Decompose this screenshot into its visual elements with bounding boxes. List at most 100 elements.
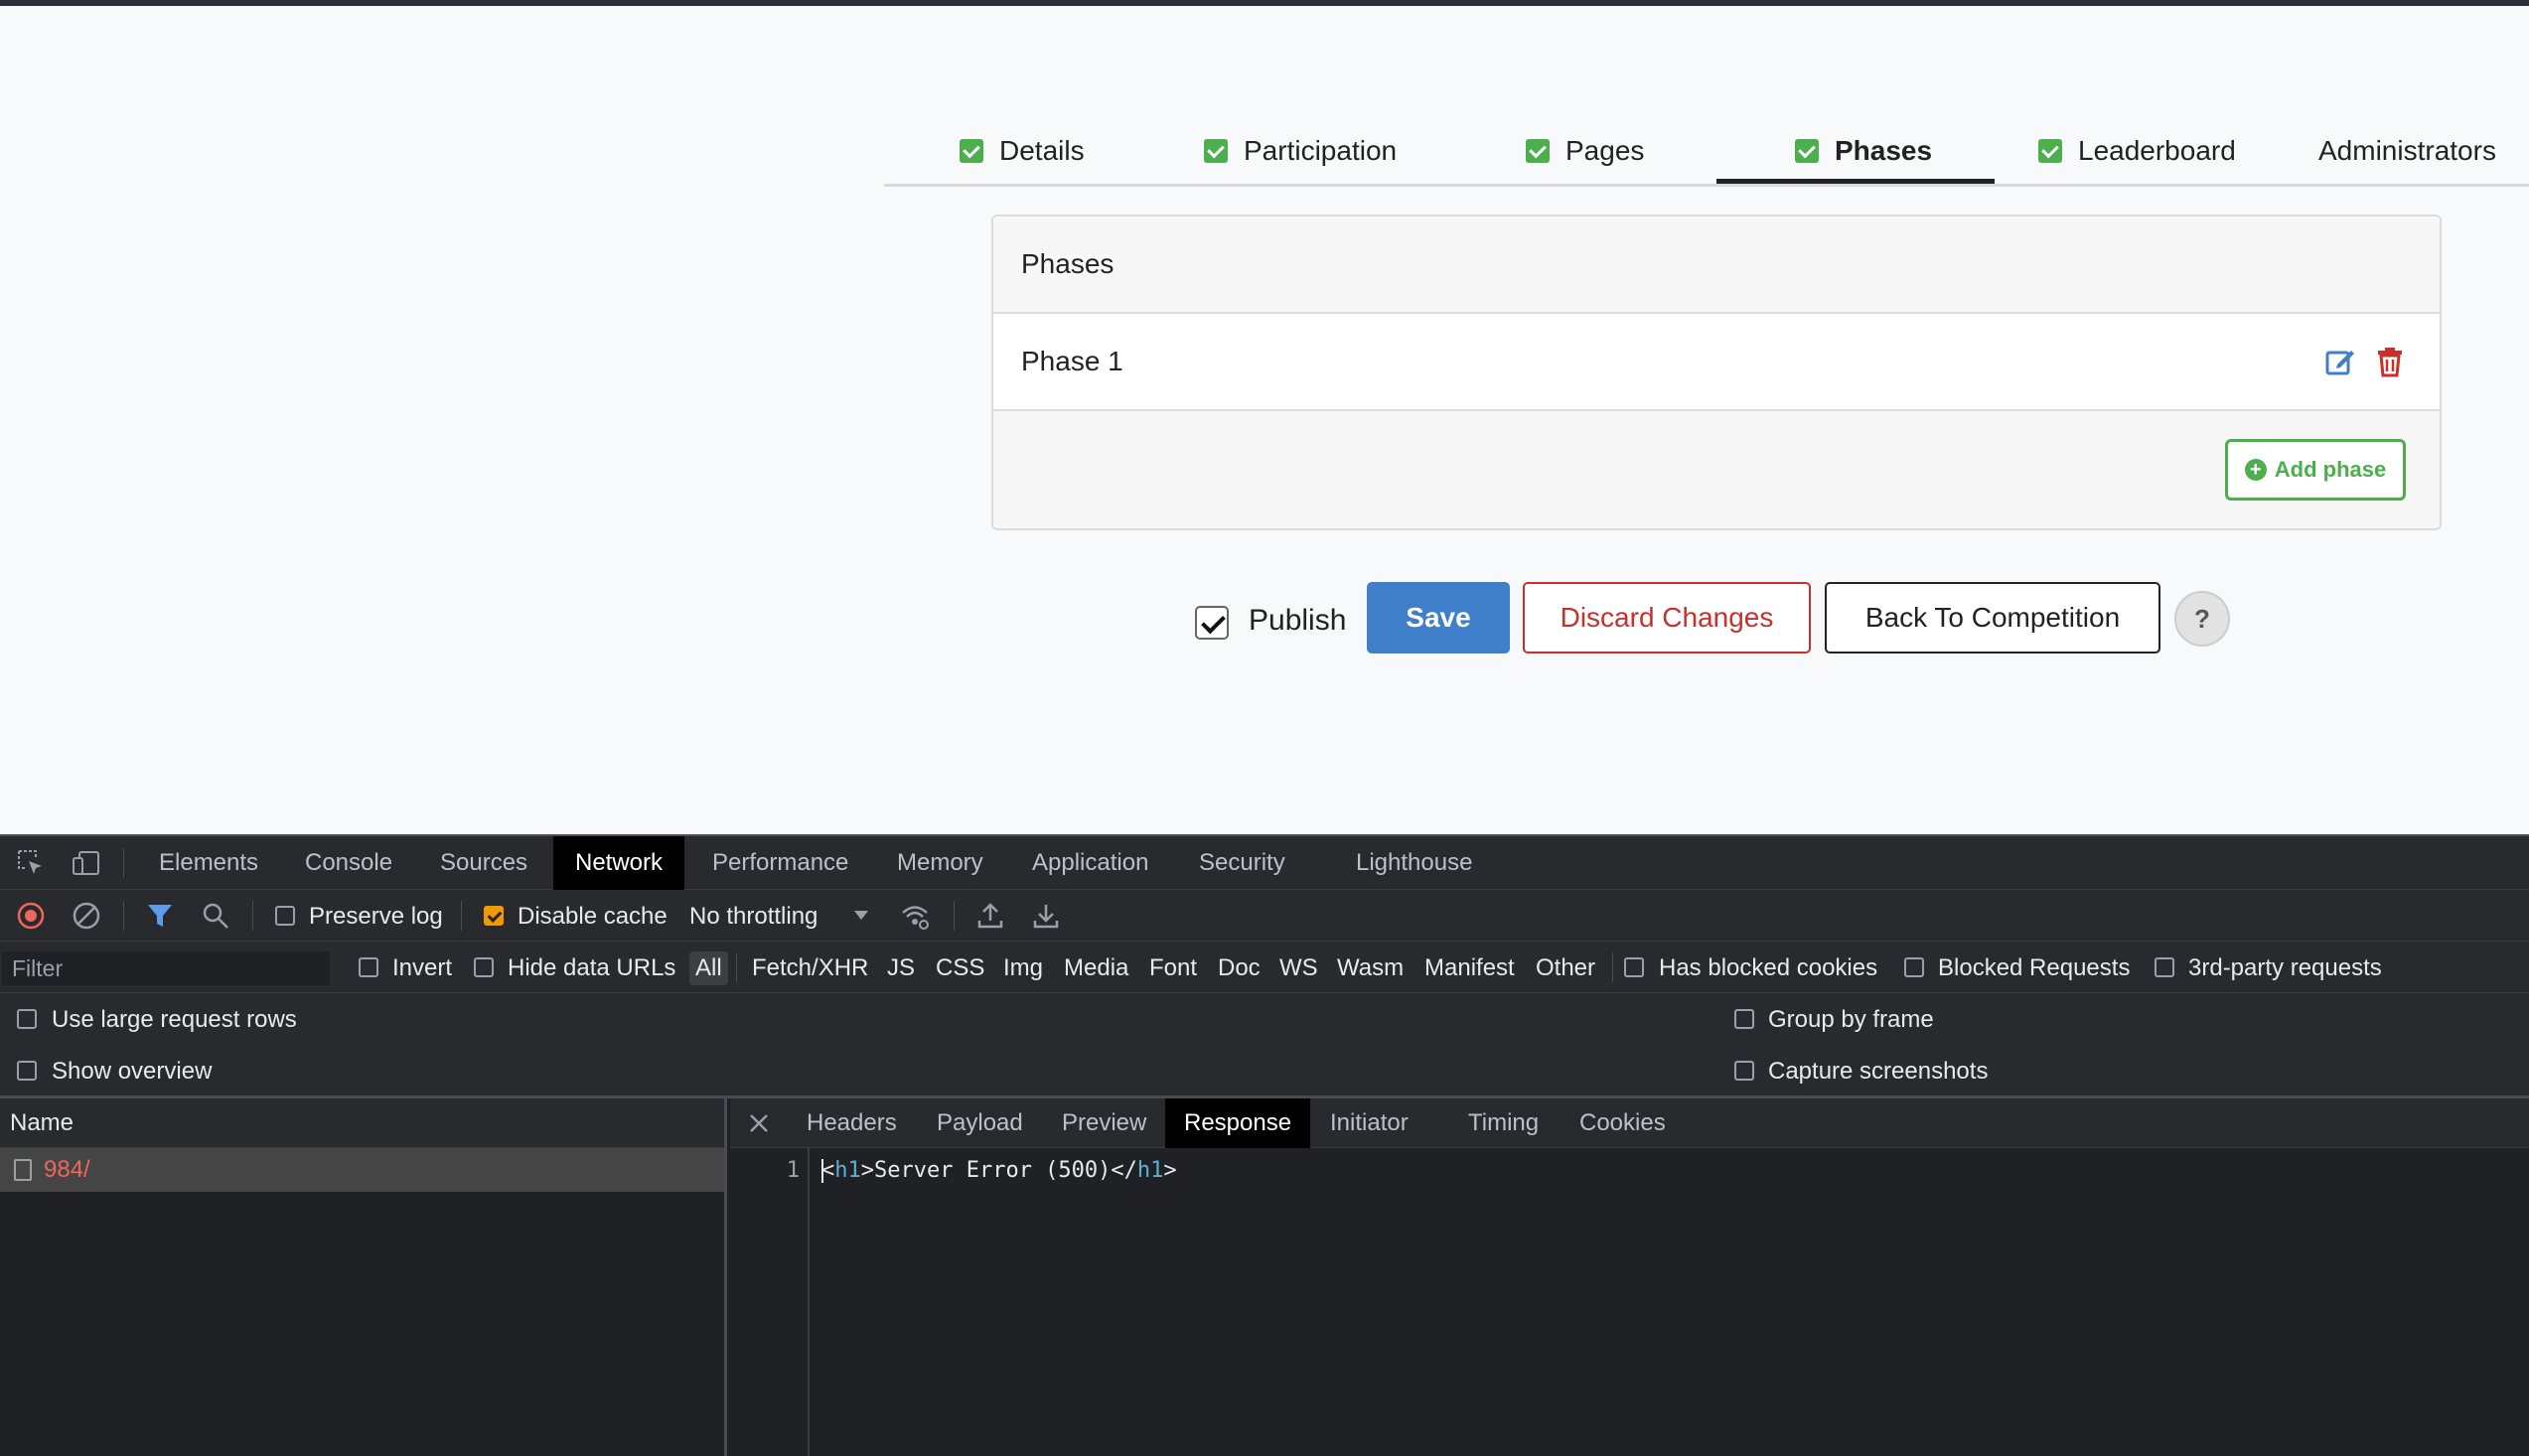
record-icon[interactable] <box>16 901 46 931</box>
discard-changes-button[interactable]: Discard Changes <box>1523 582 1811 654</box>
show-overview-checkbox[interactable] <box>17 1061 37 1081</box>
detail-tab-payload[interactable]: Payload <box>918 1098 1042 1148</box>
type-filter-media[interactable]: Media <box>1062 951 1130 985</box>
devtools-tab-lighthouse[interactable]: Lighthouse <box>1334 836 1494 890</box>
filter-icon[interactable] <box>145 901 175 931</box>
request-name: 984/ <box>44 1156 90 1183</box>
large-rows-label: Use large request rows <box>52 1006 297 1033</box>
publish-checkbox[interactable] <box>1195 606 1229 640</box>
request-detail: Headers Payload Preview Response Initiat… <box>730 1098 2529 1456</box>
detail-tab-response[interactable]: Response <box>1165 1098 1311 1148</box>
group-by-frame-checkbox[interactable] <box>1734 1009 1754 1029</box>
divider <box>954 901 955 931</box>
detail-tab-preview[interactable]: Preview <box>1043 1098 1165 1148</box>
back-to-competition-button[interactable]: Back To Competition <box>1825 582 2160 654</box>
chevron-down-icon[interactable] <box>850 904 872 926</box>
divider <box>461 901 462 931</box>
add-phase-button[interactable]: + Add phase <box>2225 439 2406 501</box>
search-icon[interactable] <box>201 901 230 931</box>
filter-input[interactable] <box>2 951 330 985</box>
preserve-log-label: Preserve log <box>309 903 443 930</box>
phase-row: Phase 1 <box>993 314 2440 411</box>
blocked-requests-checkbox[interactable] <box>1904 957 1924 977</box>
type-filter-img[interactable]: Img <box>1001 951 1045 985</box>
type-filter-font[interactable]: Font <box>1147 951 1199 985</box>
tab-label: Participation <box>1244 135 1398 166</box>
code-bracket: < <box>821 1158 835 1183</box>
devtools-tab-elements[interactable]: Elements <box>137 836 280 890</box>
detail-tab-cookies[interactable]: Cookies <box>1561 1098 1685 1148</box>
third-party-requests-checkbox[interactable] <box>2155 957 2174 977</box>
devtools-tab-performance[interactable]: Performance <box>690 836 870 890</box>
devtools-tab-security[interactable]: Security <box>1177 836 1307 890</box>
type-filter-wasm[interactable]: Wasm <box>1335 951 1406 985</box>
type-filter-fetch-xhr[interactable]: Fetch/XHR <box>750 951 870 985</box>
type-filter-doc[interactable]: Doc <box>1216 951 1263 985</box>
download-icon[interactable] <box>1031 901 1061 931</box>
device-toolbar-icon[interactable] <box>72 848 101 878</box>
hide-data-urls-checkbox[interactable] <box>474 957 494 977</box>
detail-tab-headers[interactable]: Headers <box>788 1098 916 1148</box>
panel-title: Phases <box>993 217 2440 314</box>
help-button[interactable]: ? <box>2174 591 2230 647</box>
request-row[interactable]: 984/ <box>0 1148 724 1192</box>
tab-phases[interactable]: Phases <box>1795 115 1932 187</box>
publish-label: Publish <box>1249 604 1347 637</box>
divider <box>252 901 253 931</box>
response-body[interactable]: <h1>Server Error (500)</h1> <box>821 1158 1177 1183</box>
trash-icon[interactable] <box>2374 346 2406 377</box>
disable-cache-checkbox[interactable] <box>484 906 504 926</box>
network-settings: Use large request rows Show overview Gro… <box>0 993 2529 1098</box>
active-tab-indicator <box>1716 179 1995 184</box>
type-filter-js[interactable]: JS <box>885 951 917 985</box>
show-overview-label: Show overview <box>52 1058 213 1085</box>
name-column-header[interactable]: Name <box>0 1098 724 1148</box>
divider <box>736 952 737 982</box>
inspect-element-icon[interactable] <box>16 848 46 878</box>
check-icon <box>960 139 983 163</box>
disable-cache-label: Disable cache <box>518 903 668 930</box>
type-filter-other[interactable]: Other <box>1534 951 1597 985</box>
panel-footer: + Add phase <box>993 411 2440 528</box>
capture-screenshots-checkbox[interactable] <box>1734 1061 1754 1081</box>
type-filter-all[interactable]: All <box>689 951 728 985</box>
detail-tab-initiator[interactable]: Initiator <box>1311 1098 1427 1148</box>
upload-icon[interactable] <box>975 901 1005 931</box>
capture-screenshots-label: Capture screenshots <box>1768 1058 1989 1085</box>
code-tag: h1 <box>834 1158 861 1183</box>
throttling-select[interactable]: No throttling <box>689 903 818 931</box>
third-party-requests-label: 3rd-party requests <box>2188 954 2382 981</box>
tab-label: Details <box>999 135 1085 166</box>
tab-label: Phases <box>1835 135 1933 166</box>
tab-leaderboard[interactable]: Leaderboard <box>2038 115 2236 187</box>
code-bracket: > <box>1163 1158 1177 1183</box>
action-row: Publish Save Discard Changes Back To Com… <box>0 582 2529 661</box>
clear-icon[interactable] <box>72 901 101 931</box>
tab-label: Pages <box>1565 135 1645 166</box>
close-icon[interactable] <box>746 1110 772 1136</box>
devtools-tab-memory[interactable]: Memory <box>875 836 1005 890</box>
large-rows-checkbox[interactable] <box>17 1009 37 1029</box>
code-bracket: > <box>860 1158 874 1183</box>
type-filter-manifest[interactable]: Manifest <box>1422 951 1517 985</box>
devtools-tab-network[interactable]: Network <box>553 836 685 890</box>
preserve-log-checkbox[interactable] <box>275 906 295 926</box>
type-filter-css[interactable]: CSS <box>934 951 986 985</box>
devtools-tab-sources[interactable]: Sources <box>418 836 549 890</box>
invert-checkbox[interactable] <box>359 957 378 977</box>
tab-administrators[interactable]: Administrators <box>2318 115 2496 187</box>
detail-tabs: Headers Payload Preview Response Initiat… <box>730 1098 2529 1148</box>
group-by-frame-label: Group by frame <box>1768 1006 1934 1033</box>
save-button[interactable]: Save <box>1367 582 1510 654</box>
tab-pages[interactable]: Pages <box>1526 115 1644 187</box>
has-blocked-cookies-checkbox[interactable] <box>1624 957 1644 977</box>
devtools-tab-console[interactable]: Console <box>283 836 414 890</box>
detail-tab-timing[interactable]: Timing <box>1449 1098 1558 1148</box>
tab-participation[interactable]: Participation <box>1204 115 1397 187</box>
document-icon <box>14 1159 32 1181</box>
tab-details[interactable]: Details <box>960 115 1085 187</box>
devtools-tab-application[interactable]: Application <box>1010 836 1170 890</box>
edit-icon[interactable] <box>2324 346 2356 377</box>
network-conditions-icon[interactable] <box>900 901 930 931</box>
type-filter-ws[interactable]: WS <box>1277 951 1320 985</box>
